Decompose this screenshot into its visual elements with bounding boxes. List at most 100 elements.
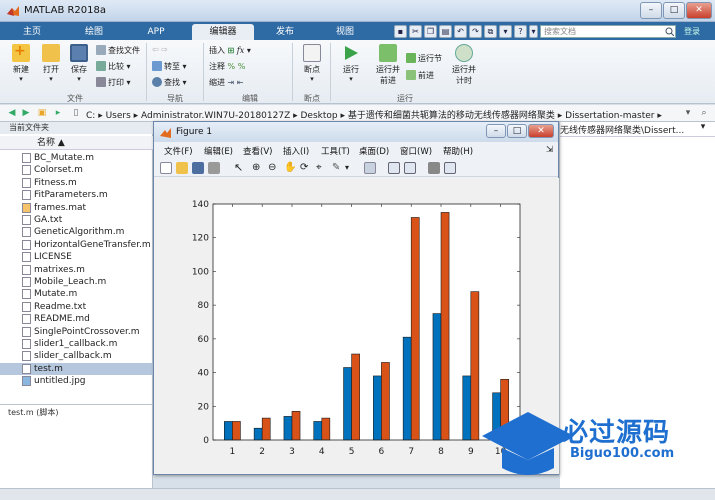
search-folder-icon[interactable]: ⌕: [698, 108, 710, 119]
run-section-button[interactable]: 运行节: [406, 53, 442, 64]
file-list-item[interactable]: FitParameters.m: [0, 189, 153, 201]
file-list-item[interactable]: SinglePointCrossover.m: [0, 326, 153, 338]
new-button[interactable]: + 新建 ▾: [6, 43, 36, 83]
file-list-item[interactable]: LICENSE: [0, 251, 153, 263]
menu-window[interactable]: 窗口(W): [400, 145, 432, 157]
tab-editor[interactable]: 编辑器: [192, 24, 254, 40]
file-list-item[interactable]: matrixes.m: [0, 264, 153, 276]
menu-dock-icon[interactable]: ⇲: [546, 145, 553, 155]
folder-up-icon[interactable]: ▣: [36, 108, 48, 119]
link-plot-icon[interactable]: [364, 162, 376, 174]
save-figure-icon[interactable]: [192, 162, 204, 174]
breakpoints-button[interactable]: 断点 ▾: [298, 44, 326, 83]
file-list-item[interactable]: slider_callback.m: [0, 350, 153, 362]
y-tick-label: 80: [198, 301, 210, 311]
close-button[interactable]: ✕: [686, 2, 712, 19]
open-button[interactable]: 打开 ▾: [36, 44, 66, 83]
menu-tools[interactable]: 工具(T): [321, 145, 350, 157]
indent-button[interactable]: 缩进 ⇥ ⇤: [209, 77, 244, 88]
tab-apps[interactable]: APP: [130, 24, 182, 40]
minimize-button[interactable]: –: [640, 2, 662, 19]
hide-plot-tools-icon[interactable]: [428, 162, 440, 174]
open-file-icon[interactable]: [176, 162, 188, 174]
menu-insert[interactable]: 插入(I): [283, 145, 309, 157]
browse-folder-icon[interactable]: ▸: [52, 108, 64, 119]
data-cursor-icon[interactable]: ⌖: [316, 162, 328, 174]
file-list-item[interactable]: GA.txt: [0, 214, 153, 226]
file-list-item[interactable]: Colorset.m: [0, 164, 153, 176]
menu-edit[interactable]: 编辑(E): [204, 145, 233, 157]
group-label-edit: 编辑: [242, 94, 258, 103]
zoom-out-icon[interactable]: ⊖: [268, 162, 280, 174]
paste-icon[interactable]: ▤: [439, 25, 452, 38]
run-button[interactable]: 运行 ▾: [336, 44, 366, 83]
figure-close-button[interactable]: ✕: [528, 124, 554, 138]
colorbar-icon[interactable]: [388, 162, 400, 174]
search-documentation-input[interactable]: 搜索文档: [540, 25, 676, 38]
brush-icon[interactable]: ✎: [332, 162, 344, 174]
figure-minimize-button[interactable]: –: [486, 124, 506, 138]
file-list-item[interactable]: Mutate.m: [0, 288, 153, 300]
tab-view[interactable]: 视图: [318, 24, 372, 40]
file-list-item[interactable]: Mobile_Leach.m: [0, 276, 153, 288]
tab-plots[interactable]: 绘图: [64, 24, 124, 40]
bar-series-1: [283, 416, 293, 441]
legend-icon[interactable]: [404, 162, 416, 174]
print-button[interactable]: 打印 ▾: [96, 77, 131, 88]
login-link[interactable]: 登录: [684, 25, 700, 38]
undo-icon[interactable]: ↶: [454, 25, 467, 38]
find-button[interactable]: 查找 ▾: [152, 77, 187, 88]
new-figure-icon[interactable]: [160, 162, 172, 174]
back-icon[interactable]: ◀: [6, 108, 18, 119]
file-list-item[interactable]: README.md: [0, 313, 153, 325]
print-figure-icon[interactable]: [208, 162, 220, 174]
advance-button[interactable]: 前进: [406, 70, 434, 81]
help-icon[interactable]: ?: [514, 25, 527, 38]
file-list-item[interactable]: GeneticAlgorithm.m: [0, 226, 153, 238]
tab-home[interactable]: 主页: [6, 24, 58, 40]
run-and-advance-button[interactable]: 运行并 前进: [370, 44, 406, 86]
pointer-icon[interactable]: ↖: [234, 162, 246, 174]
menu-view[interactable]: 查看(V): [243, 145, 272, 157]
file-list-item[interactable]: frames.mat: [0, 202, 153, 214]
file-list-item[interactable]: test.m: [0, 362, 153, 375]
copy-icon[interactable]: ❐: [424, 25, 437, 38]
file-list-item[interactable]: Fitness.m: [0, 177, 153, 189]
name-column-header[interactable]: 名称 ▲: [0, 136, 153, 150]
brush-dropdown-icon[interactable]: ▾: [345, 162, 357, 174]
insert-button[interactable]: 插入 ⊞ fx ▾: [209, 45, 251, 56]
panel-menu-icon[interactable]: ▾: [696, 122, 710, 134]
menu-help[interactable]: 帮助(H): [443, 145, 473, 157]
redo-icon[interactable]: ↷: [469, 25, 482, 38]
breadcrumb[interactable]: C: ▸ Users ▸ Administrator.WIN7U-2018012…: [86, 108, 662, 121]
figure-maximize-button[interactable]: □: [507, 124, 527, 138]
cut-icon[interactable]: ✂: [409, 25, 422, 38]
comment-button[interactable]: 注释 % %: [209, 61, 245, 72]
file-list-item[interactable]: Readme.txt: [0, 301, 153, 313]
file-list-item[interactable]: HorizontalGeneTransfer.m: [0, 239, 153, 251]
pan-icon[interactable]: ✋: [284, 162, 296, 174]
maximize-button[interactable]: □: [663, 2, 685, 19]
rotate-icon[interactable]: ⟳: [300, 162, 312, 174]
zoom-in-icon[interactable]: ⊕: [252, 162, 264, 174]
save-button[interactable]: 保存 ▾: [64, 44, 94, 83]
file-list-item[interactable]: untitled.jpg: [0, 375, 153, 387]
tab-publish[interactable]: 发布: [258, 24, 312, 40]
switch-windows-icon[interactable]: ⧉: [484, 25, 497, 38]
m-file-icon: [22, 326, 31, 337]
help-dropdown-icon[interactable]: ▾: [529, 25, 538, 38]
show-plot-tools-icon[interactable]: [444, 162, 456, 174]
file-list-item[interactable]: slider1_callback.m: [0, 338, 153, 350]
run-and-time-button[interactable]: 运行并 计时: [448, 44, 480, 86]
compare-button[interactable]: 比较 ▾: [96, 61, 131, 72]
back-forward-icon[interactable]: ⇦ ⇨: [152, 45, 168, 54]
toolbar-menu-icon[interactable]: ▾: [499, 25, 512, 38]
menu-file[interactable]: 文件(F): [164, 145, 193, 157]
file-list-item[interactable]: BC_Mutate.m: [0, 152, 153, 164]
menu-desktop[interactable]: 桌面(D): [359, 145, 389, 157]
goto-button[interactable]: 转至 ▾: [152, 61, 187, 72]
forward-icon[interactable]: ▶: [20, 108, 32, 119]
address-dropdown-icon[interactable]: ▾: [682, 108, 694, 119]
save-quick-icon[interactable]: ▪: [394, 25, 407, 38]
find-files-button[interactable]: 查找文件: [96, 45, 140, 56]
